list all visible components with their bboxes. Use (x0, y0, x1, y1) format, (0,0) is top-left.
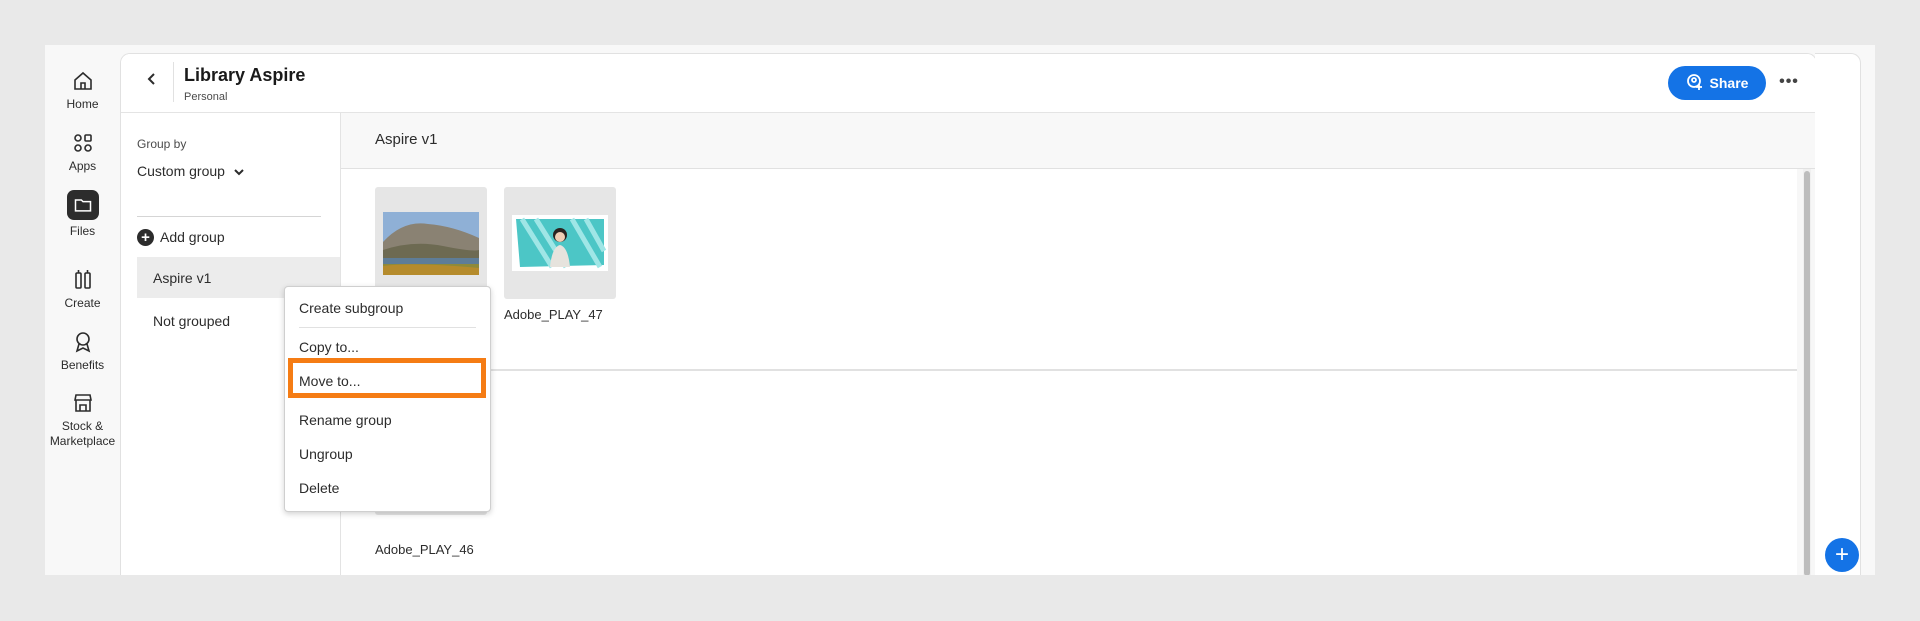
rail-label-create: Create (64, 296, 101, 310)
rail-label-home: Home (66, 97, 99, 111)
file-name: Adobe_PLAY_47 (504, 307, 603, 322)
menu-item-create-subgroup[interactable]: Create subgroup (285, 293, 490, 323)
group-label: Not grouped (153, 312, 231, 329)
rail-label-apps: Apps (68, 159, 97, 173)
share-label: Share (1709, 75, 1749, 91)
rail-item-benefits[interactable]: Benefits (45, 330, 120, 372)
create-icon (71, 268, 95, 292)
home-icon (71, 69, 95, 93)
folder-icon (66, 190, 99, 220)
menu-item-copy-to[interactable]: Copy to... (285, 332, 490, 362)
left-rail: Home Apps Files Create Benefits Stock & … (45, 45, 120, 575)
group-by-select[interactable]: Custom group (137, 163, 245, 179)
apps-icon (71, 131, 95, 155)
landscape-thumbnail (383, 212, 479, 275)
files-area: Aspire v1 Adobe_PLAY_47 Adobe_PLAY_46 (341, 113, 1816, 575)
menu-item-delete[interactable]: Delete (285, 473, 490, 503)
group-label: Aspire v1 (153, 269, 212, 286)
rail-item-stock[interactable]: Stock & Marketplace (45, 391, 120, 449)
vertical-scrollbar[interactable] (1803, 169, 1811, 575)
rail-item-create[interactable]: Create (45, 268, 120, 310)
file-tile-landscape[interactable] (375, 187, 487, 299)
share-button[interactable]: Share (1668, 66, 1766, 100)
portrait-teal-thumbnail (512, 215, 608, 271)
menu-item-rename-group[interactable]: Rename group (285, 405, 490, 435)
more-options-button[interactable]: ••• (1777, 72, 1801, 92)
rail-item-home[interactable]: Home (45, 69, 120, 111)
right-panel-strip (1815, 53, 1861, 575)
group-by-label: Group by (137, 137, 187, 151)
page-title: Library Aspire (184, 65, 306, 85)
rail-label-marketplace: Marketplace (49, 434, 116, 448)
add-circle-icon: + (137, 228, 154, 246)
file-tile-adobe-play-47[interactable] (504, 187, 616, 299)
rail-label-benefits: Benefits (60, 358, 105, 372)
page-subtitle: Personal (184, 91, 228, 103)
benefits-icon (71, 330, 95, 354)
rail-label-files: Files (69, 224, 96, 238)
scrollbar-thumb[interactable] (1804, 171, 1810, 575)
add-group-label: Add group (160, 229, 225, 245)
file-name: Adobe_PLAY_46 (375, 542, 474, 557)
sidebar-divider (137, 216, 321, 217)
header-divider (173, 62, 174, 102)
library-header: Library Aspire Personal Share ••• (121, 54, 1816, 113)
menu-item-move-to[interactable]: Move to... (285, 366, 490, 396)
section-title: Aspire v1 (375, 131, 438, 148)
menu-divider (299, 327, 476, 328)
menu-item-ungroup[interactable]: Ungroup (285, 439, 490, 469)
group-by-value: Custom group (137, 163, 225, 179)
group-context-menu: Create subgroup Copy to... Move to... Re… (284, 286, 491, 512)
rail-label-stock: Stock & (61, 419, 104, 433)
back-button[interactable] (141, 70, 163, 92)
rail-item-apps[interactable]: Apps (45, 131, 120, 173)
files-grid: Adobe_PLAY_47 Adobe_PLAY_46 (341, 169, 1797, 575)
chevron-down-icon (233, 163, 245, 179)
add-user-icon (1686, 73, 1704, 94)
store-icon (71, 391, 95, 415)
add-group-button[interactable]: + Add group (137, 225, 225, 249)
plus-icon: + (1834, 541, 1849, 568)
more-icon: ••• (1779, 73, 1799, 90)
add-fab-button[interactable]: + (1825, 538, 1859, 572)
section-header: Aspire v1 (341, 113, 1816, 169)
chevron-left-icon (146, 72, 158, 91)
group-separator (341, 369, 1797, 371)
rail-item-files[interactable]: Files (45, 190, 120, 238)
